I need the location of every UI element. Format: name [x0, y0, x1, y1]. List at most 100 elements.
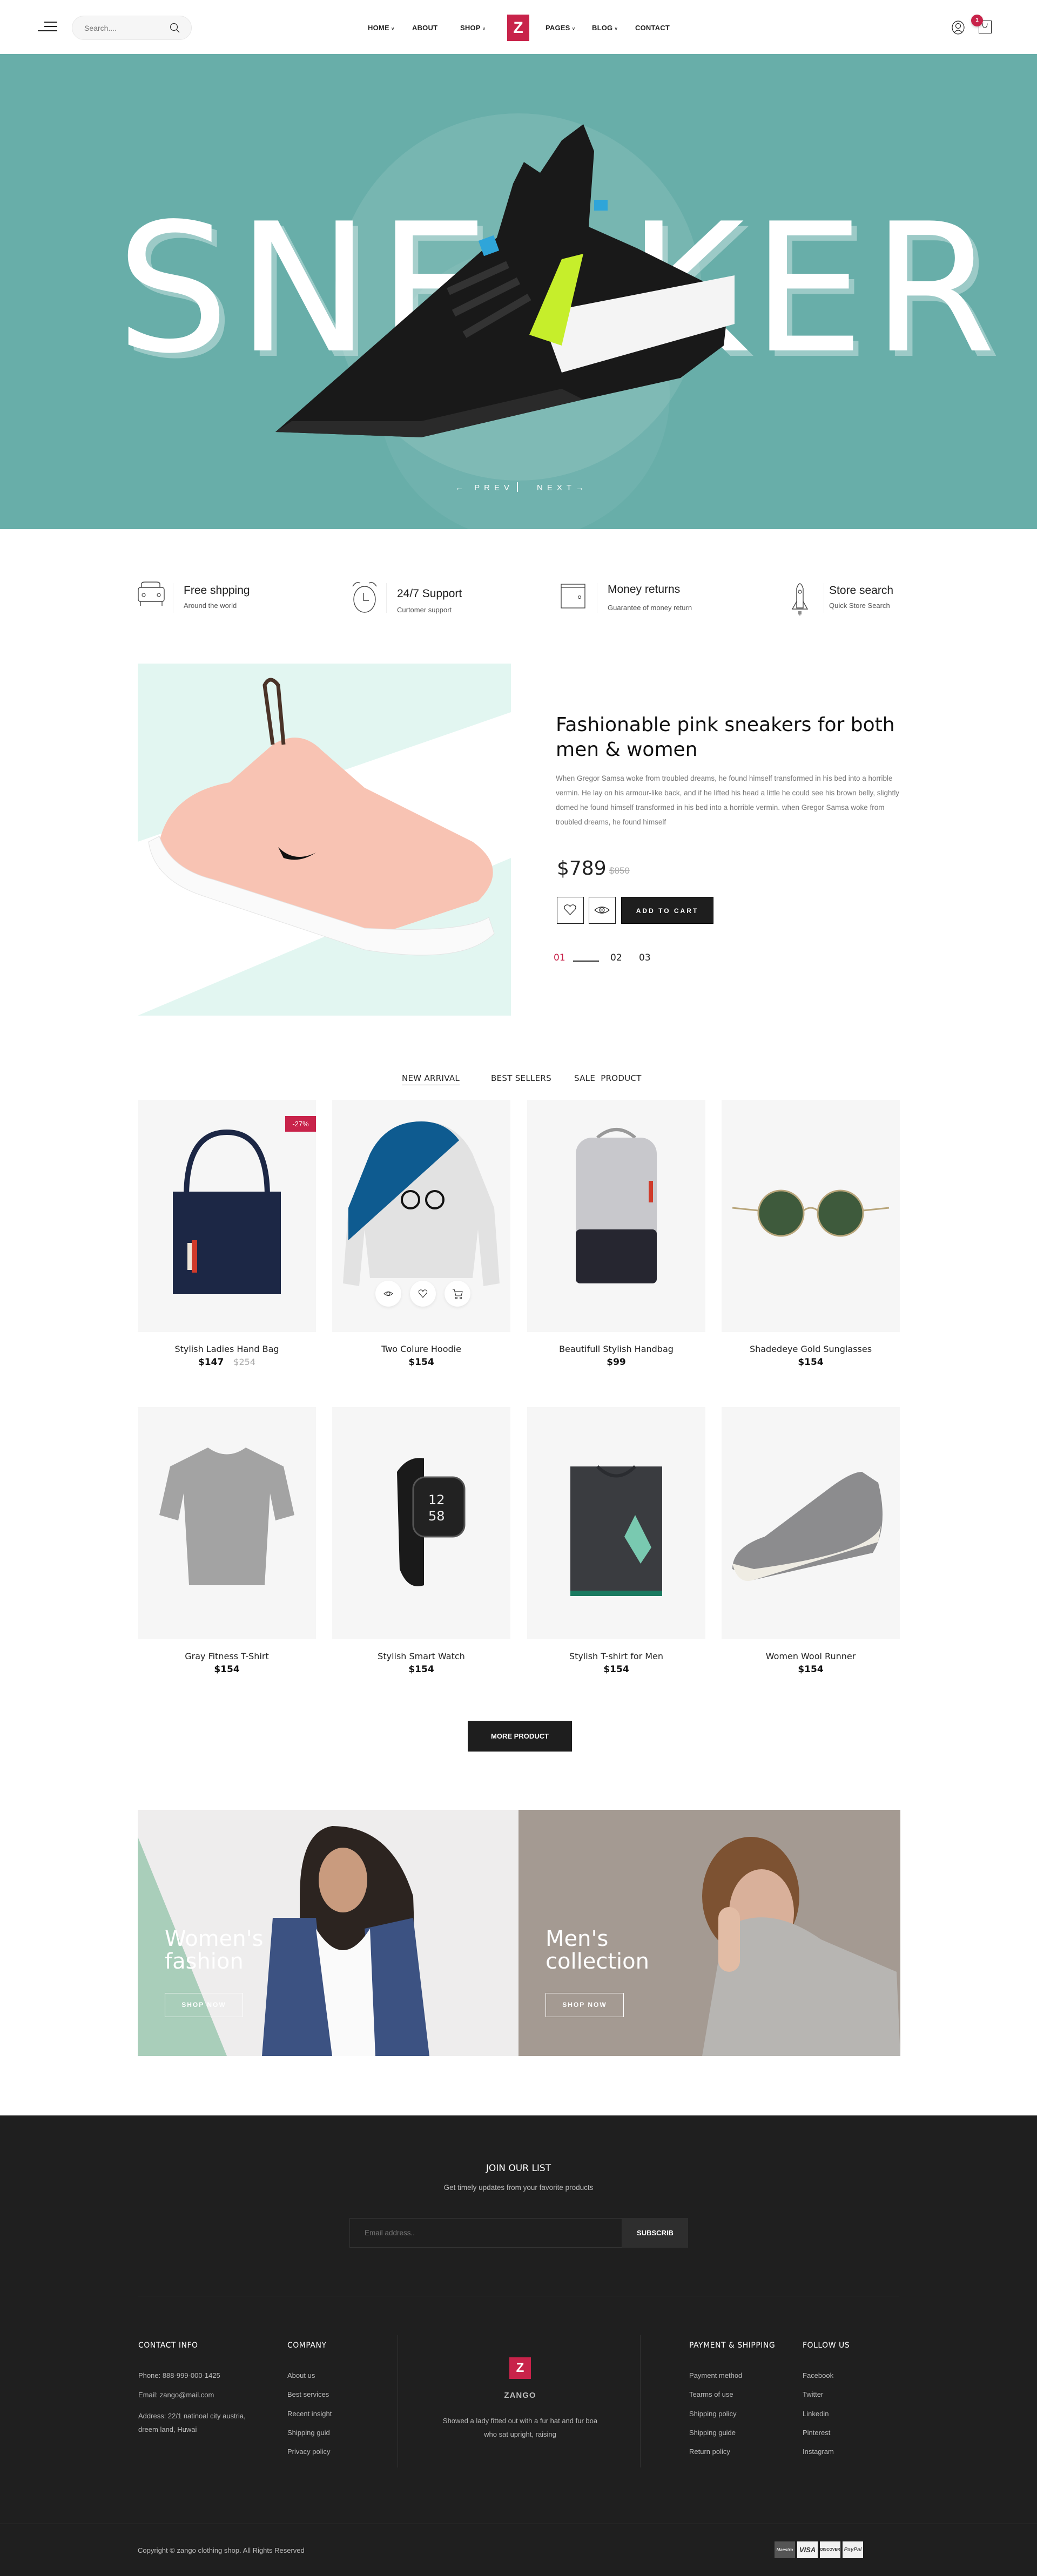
slide-page-1[interactable]: 01	[554, 952, 565, 963]
chevron-down-icon: ∨	[482, 26, 486, 31]
rocket-icon	[791, 583, 809, 616]
old-price: $254	[233, 1357, 256, 1367]
social-link-linkedin[interactable]: Linkedin	[803, 2410, 829, 2418]
nav-home[interactable]: HOME ∨	[368, 24, 395, 32]
handbag-image	[173, 1129, 281, 1294]
product-price: $154	[408, 1357, 434, 1368]
product-name[interactable]: Stylish T-shirt for Men	[527, 1651, 705, 1661]
banner-title-line: collection	[546, 1949, 649, 1974]
footer-link[interactable]: Shipping guid	[287, 2429, 330, 2437]
arrow-right-icon: →	[576, 483, 589, 492]
feature-subtitle: Curtomer support	[397, 606, 452, 614]
tab-new-arrival[interactable]: NEW ARRIVAL	[402, 1073, 460, 1085]
product-price: $147 $254	[138, 1357, 316, 1368]
footer-link[interactable]: Return policy	[689, 2447, 730, 2456]
product-card[interactable]: 12 58	[332, 1407, 510, 1639]
cart-icon	[453, 1289, 463, 1299]
subscribe-button[interactable]: SUBSCRIB	[622, 2218, 688, 2248]
product-name[interactable]: Gray Fitness T-Shirt	[138, 1651, 316, 1661]
discover-card-icon: DISCOVER	[820, 2541, 840, 2558]
hero-slider: SNEAKER ← PREV NEXT→	[0, 54, 1037, 529]
add-to-cart-button[interactable]	[445, 1281, 470, 1307]
product-card[interactable]	[138, 1407, 316, 1639]
wishlist-button[interactable]	[557, 897, 584, 924]
product-price: $154	[798, 1664, 824, 1675]
shop-now-button[interactable]: SHOP NOW	[165, 1993, 243, 2017]
product-card[interactable]	[332, 1100, 510, 1332]
contact-address: Address: 22/1 natinoal city austria,	[138, 2412, 246, 2420]
pink-sneaker-image	[138, 678, 511, 1016]
feature-subtitle: Guarantee of money return	[608, 604, 692, 612]
car-icon	[138, 582, 165, 606]
product-name[interactable]: Stylish Smart Watch	[332, 1651, 510, 1661]
quick-view-button[interactable]	[375, 1281, 401, 1307]
more-product-button[interactable]: MORE PRODUCT	[468, 1721, 572, 1752]
footer-link[interactable]: Tearms of use	[689, 2390, 733, 2398]
footer-brand-description: Showed a lady fitted out with a fur hat …	[442, 2417, 598, 2438]
social-link-pinterest[interactable]: Pinterest	[803, 2429, 830, 2437]
shop-now-button[interactable]: SHOP NOW	[546, 1993, 624, 2017]
nav-blog[interactable]: BLOG ∨	[592, 24, 618, 32]
nav-shop-label: SHOP	[460, 24, 481, 32]
product-name[interactable]: Shadedeye Gold Sunglasses	[722, 1344, 900, 1354]
newsletter-subtitle: Get timely updates from your favorite pr…	[443, 2183, 594, 2192]
newsletter-title: JOIN OUR LIST	[486, 2163, 551, 2174]
product-card[interactable]	[527, 1100, 705, 1332]
hero-prev-button[interactable]: ← PREV	[455, 483, 514, 492]
nav-pages[interactable]: PAGES ∨	[546, 24, 575, 32]
social-link-instagram[interactable]: Instagram	[803, 2447, 834, 2456]
nav-about[interactable]: ABOUT	[412, 24, 437, 32]
slide-page-2[interactable]: 02	[610, 952, 622, 963]
wallet-icon	[561, 584, 585, 608]
folded-tshirt-image	[570, 1465, 662, 1596]
tab-sale-product[interactable]: SALE PRODUCT	[574, 1073, 642, 1083]
footer-brand-name: ZANGO	[504, 2391, 536, 2400]
quick-view-button[interactable]	[589, 897, 616, 924]
wishlist-button[interactable]	[410, 1281, 436, 1307]
product-card[interactable]: -27%	[138, 1100, 316, 1332]
divider	[386, 583, 387, 613]
product-price: $154	[408, 1664, 434, 1675]
product-card[interactable]	[722, 1407, 900, 1639]
slide-page-3[interactable]: 03	[639, 952, 651, 963]
hero-next-button[interactable]: NEXT→	[537, 483, 588, 492]
footer-link[interactable]: Payment method	[689, 2371, 742, 2379]
chevron-down-icon: ∨	[390, 26, 395, 31]
add-to-cart-button[interactable]: ADD TO CART	[621, 897, 713, 924]
footer-logo[interactable]: Z	[509, 2357, 531, 2379]
banner-men[interactable]: Men's collection SHOP NOW	[518, 1810, 900, 2056]
footer-link[interactable]: Shipping policy	[689, 2410, 736, 2418]
site-header: HOME∨ ABOUT SHOP∨ PAGES∨ BLOG∨ CONTACT Z…	[0, 0, 1037, 54]
product-card[interactable]	[722, 1100, 900, 1332]
social-link-facebook[interactable]: Facebook	[803, 2371, 833, 2379]
hero-slider-controls: ← PREV NEXT→	[0, 482, 1037, 499]
tab-best-sellers[interactable]: BEST SELLERS	[491, 1073, 551, 1083]
pager-line	[573, 961, 599, 962]
footer-link[interactable]: Privacy policy	[287, 2447, 330, 2456]
product-card[interactable]	[527, 1407, 705, 1639]
cart-count-badge: 1	[971, 15, 983, 26]
banner-title: Women's fashion	[165, 1928, 263, 1973]
social-link-twitter[interactable]: Twitter	[803, 2390, 823, 2398]
product-name[interactable]: Two Colure Hoodie	[332, 1344, 510, 1354]
prev-label: PREV	[474, 483, 514, 492]
product-name[interactable]: Women Wool Runner	[722, 1651, 900, 1661]
footer-link[interactable]: About us	[287, 2371, 315, 2379]
banner-women[interactable]: Women's fashion SHOP NOW	[138, 1810, 518, 2056]
feature-title: Money returns	[608, 583, 681, 596]
nav-shop[interactable]: SHOP ∨	[460, 24, 486, 32]
email-input[interactable]	[349, 2218, 622, 2248]
footer-link[interactable]: Shipping guide	[689, 2429, 736, 2437]
feature-title: 24/7 Support	[397, 587, 462, 600]
footer-link[interactable]: Recent insight	[287, 2410, 332, 2418]
nav-contact[interactable]: CONTACT	[635, 24, 670, 32]
footer-contact-title: CONTACT INFO	[138, 2341, 198, 2350]
product-name[interactable]: Beautifull Stylish Handbag	[527, 1344, 705, 1354]
divider	[640, 2335, 641, 2467]
banner-title-line: Women's	[165, 1926, 264, 1951]
contact-address: dreem land, Huwai	[138, 2425, 197, 2433]
product-name[interactable]: Stylish Ladies Hand Bag	[138, 1344, 316, 1354]
logo[interactable]: Z	[507, 15, 529, 41]
product-price: $154	[798, 1357, 824, 1368]
user-icon[interactable]	[952, 21, 965, 35]
